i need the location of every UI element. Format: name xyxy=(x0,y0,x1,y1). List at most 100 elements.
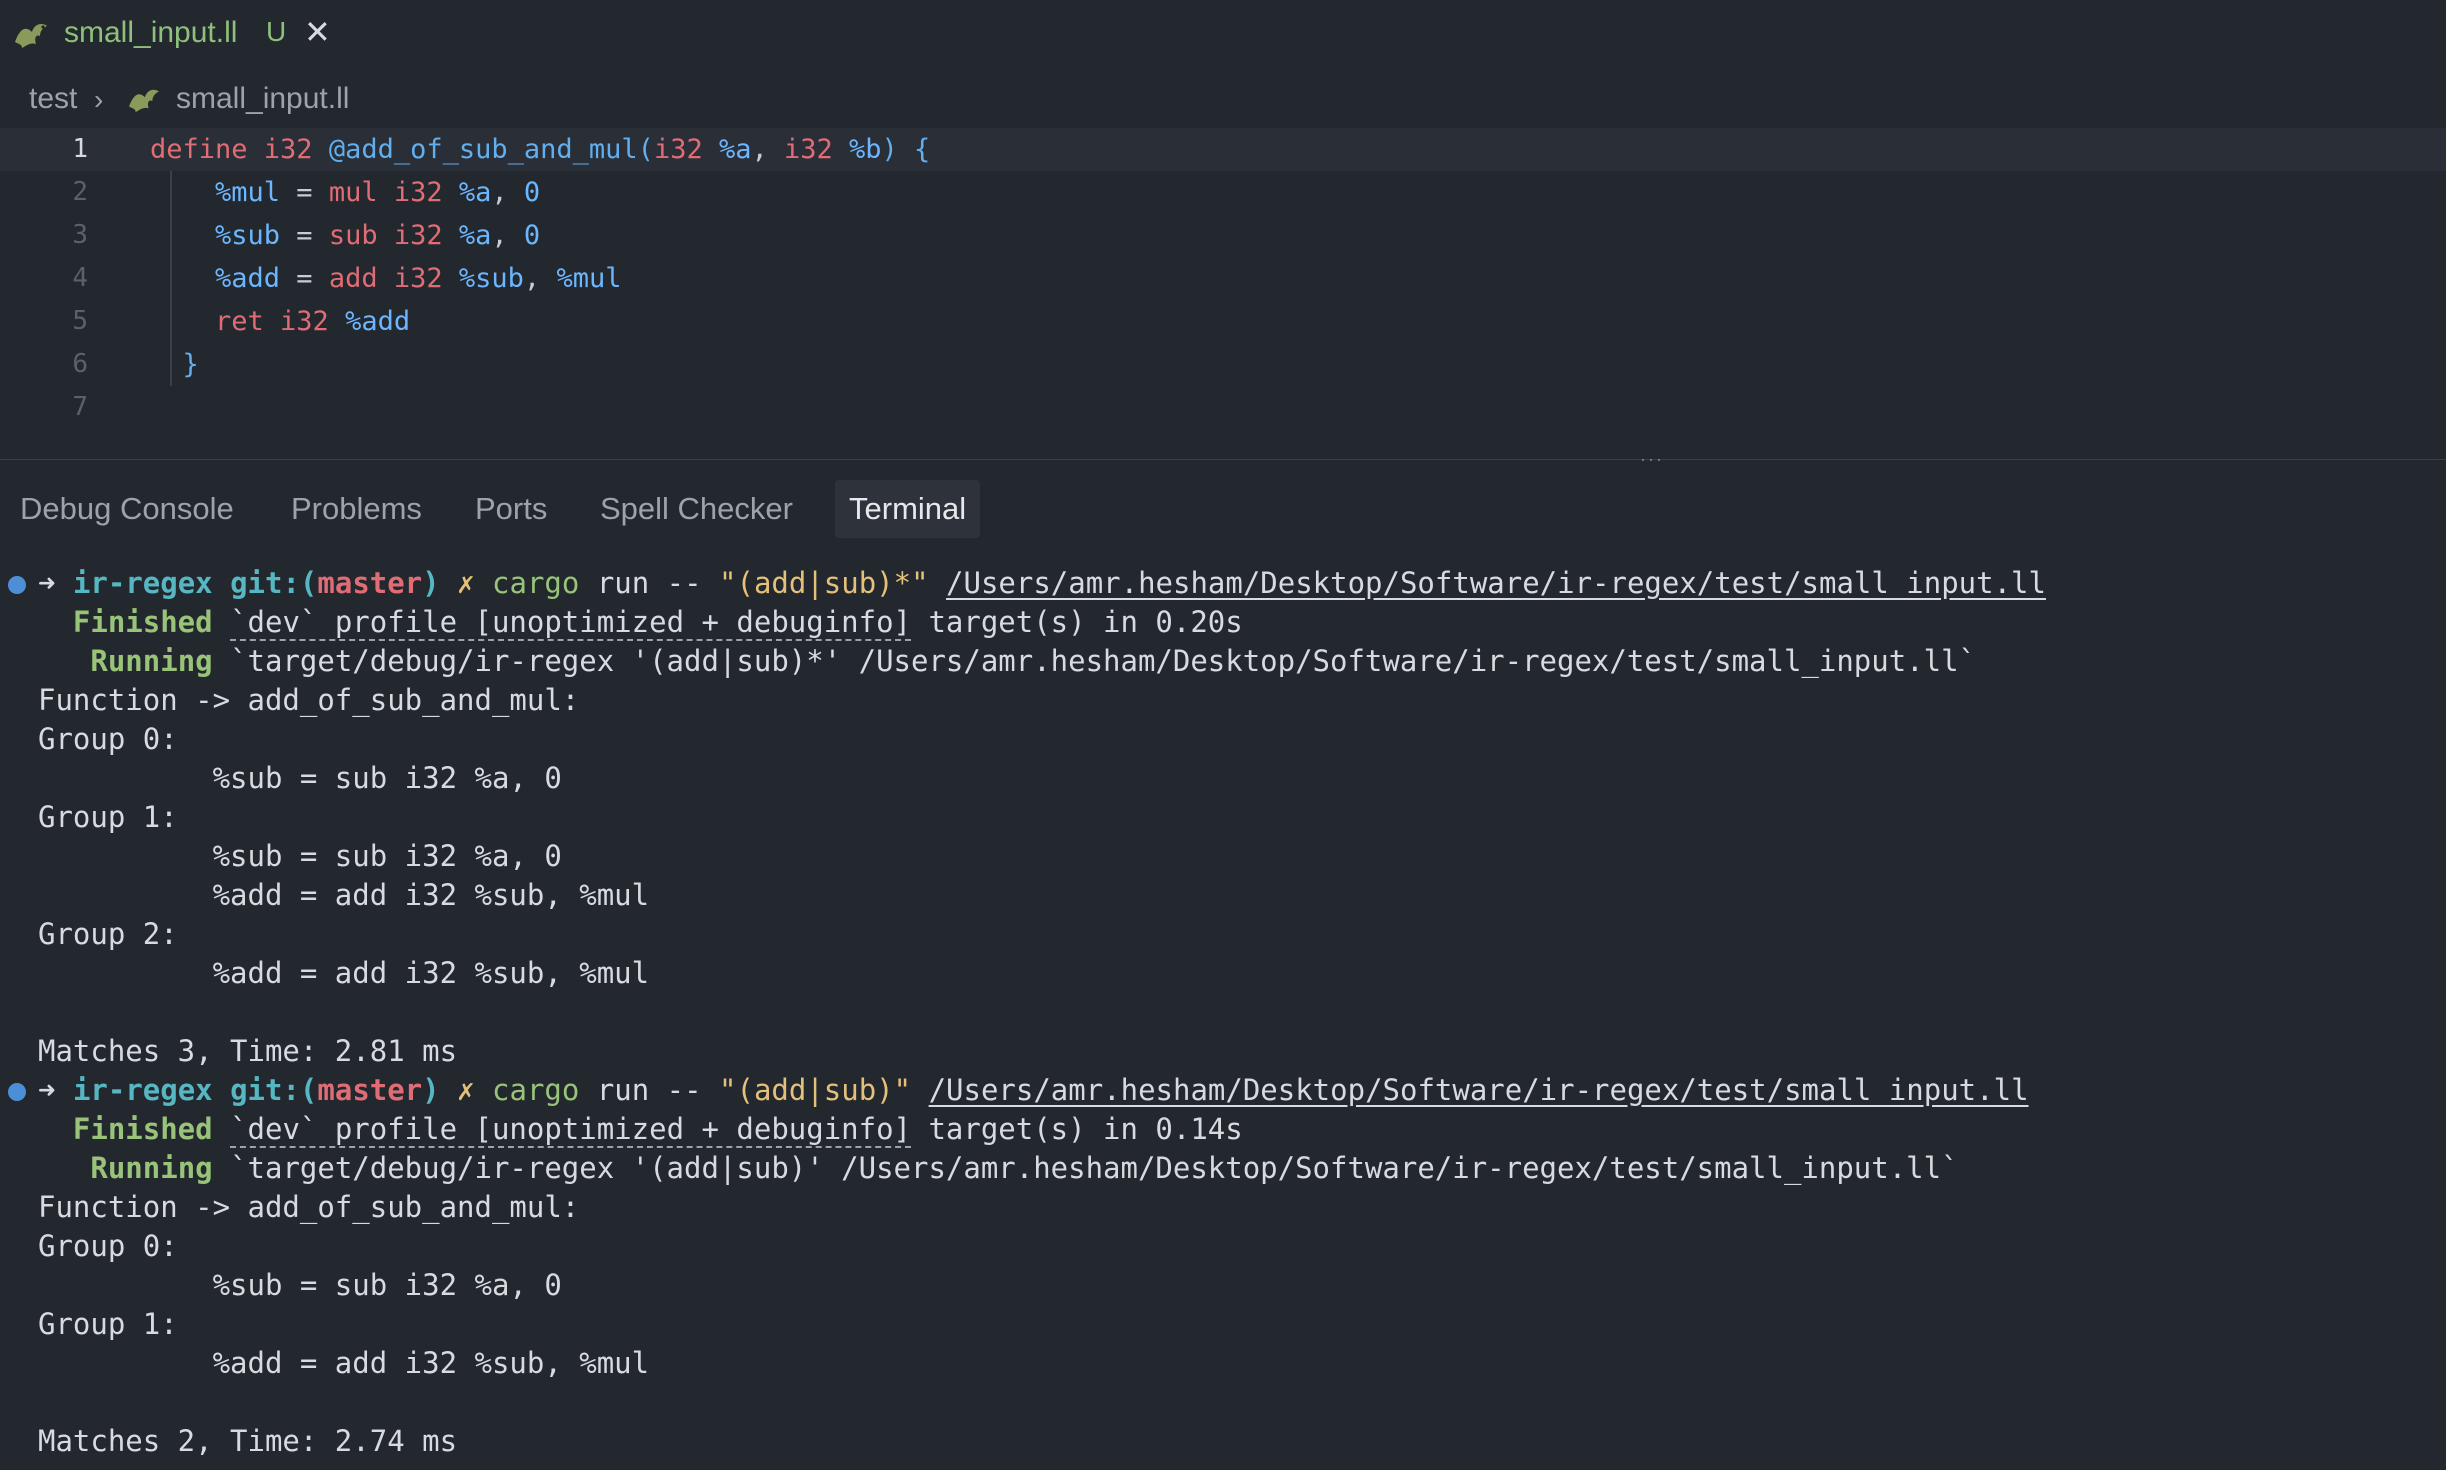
terminal-output-line: %add = add i32 %sub, %mul xyxy=(38,956,650,995)
code-token: %mul xyxy=(556,263,622,294)
running-label: Running xyxy=(90,1151,213,1185)
terminal-output-line: Group 1: xyxy=(38,1307,178,1346)
code-token: ) { xyxy=(881,134,931,165)
code-line[interactable]: 4 %add = add i32 %sub, %mul xyxy=(0,257,2446,300)
llvm-dragon-icon xyxy=(15,24,47,48)
terminal-output-text: Group 0: xyxy=(38,1229,178,1263)
command-status-dot[interactable] xyxy=(8,576,26,594)
code-editor[interactable]: 1 define i32 @add_of_sub_and_mul(i32 %a, … xyxy=(0,128,2446,458)
code-token: %a xyxy=(458,220,492,251)
code-token: , xyxy=(491,177,524,208)
command-name: cargo xyxy=(492,1073,580,1107)
terminal-output-text: %add = add i32 %sub, %mul xyxy=(38,1346,650,1380)
code-token: = xyxy=(280,177,329,208)
terminal-output-text: Function -> add_of_sub_and_mul: xyxy=(38,1190,580,1224)
terminal-output-text: Group 1: xyxy=(38,1307,178,1341)
tab-spell-checker[interactable]: Spell Checker xyxy=(586,480,807,538)
terminal-output-text: Group 2: xyxy=(38,917,178,951)
code-token: 0 xyxy=(523,220,541,251)
chevron-right-icon: › xyxy=(94,84,104,115)
sash-handle-icon[interactable]: ··· xyxy=(1640,450,1674,468)
terminal-running-line: Running `target/debug/ir-regex '(add|sub… xyxy=(38,644,1976,683)
prompt-git-close: ) xyxy=(422,1073,440,1107)
command-pattern: "(add|sub)*" xyxy=(719,566,929,600)
line-number: 7 xyxy=(72,392,88,422)
code-line[interactable]: 6 } xyxy=(0,343,2446,386)
build-time: target(s) in 0.14s xyxy=(911,1112,1243,1146)
code-token: = xyxy=(280,220,329,251)
tab-terminal[interactable]: Terminal xyxy=(835,480,981,538)
code-token: %b xyxy=(849,134,882,165)
panel-sash[interactable] xyxy=(0,459,2446,460)
editor-tab-filename: small_input.ll xyxy=(64,16,238,49)
code-token: 0 xyxy=(523,177,541,208)
code-token: %add xyxy=(345,306,411,337)
terminal-file-link[interactable]: /Users/amr.hesham/Desktop/Software/ir-re… xyxy=(946,566,2046,600)
code-token: , xyxy=(751,134,784,165)
prompt-dirty-marker: ✗ xyxy=(457,566,475,600)
code-token: i32 xyxy=(393,263,459,294)
terminal-output-text: %add = add i32 %sub, %mul xyxy=(38,956,650,990)
terminal-output-line: Group 0: xyxy=(38,722,178,761)
code-line-text: %mul = mul i32 %a, 0 xyxy=(150,177,540,208)
code-line-text: define i32 @add_of_sub_and_mul(i32 %a, i… xyxy=(150,134,930,165)
code-token: } xyxy=(150,349,199,380)
terminal[interactable]: ➜ ir-regex git:(master) ✗ cargo run -- "… xyxy=(0,566,2446,1470)
code-line[interactable]: 2 %mul = mul i32 %a, 0 xyxy=(0,171,2446,214)
code-line-text: ret i32 %add xyxy=(150,306,410,337)
command-status-dot[interactable] xyxy=(8,1083,26,1101)
prompt-branch: master xyxy=(317,1073,423,1107)
terminal-output-line: %add = add i32 %sub, %mul xyxy=(38,878,650,917)
command-args: run -- xyxy=(579,1073,720,1107)
prompt-dirty-marker: ✗ xyxy=(457,1073,475,1107)
tab-ports[interactable]: Ports xyxy=(461,480,561,538)
breadcrumb-folder-test[interactable]: test xyxy=(29,82,77,116)
line-number: 2 xyxy=(72,177,88,207)
code-line[interactable]: 3 %sub = sub i32 %a, 0 xyxy=(0,214,2446,257)
code-token: , xyxy=(523,263,557,294)
terminal-output-text: Matches 2, Time: 2.74 ms xyxy=(38,1424,458,1458)
line-number: 4 xyxy=(72,263,88,293)
code-token: sub xyxy=(328,220,394,251)
terminal-output-text: Group 1: xyxy=(38,800,178,834)
code-line[interactable]: 1 define i32 @add_of_sub_and_mul(i32 %a, … xyxy=(0,128,2446,171)
terminal-output-line: %add = add i32 %sub, %mul xyxy=(38,1346,650,1385)
tab-debug-console[interactable]: Debug Console xyxy=(6,480,248,538)
terminal-output-text: Function -> add_of_sub_and_mul: xyxy=(38,683,580,717)
line-number: 5 xyxy=(72,306,88,336)
prompt-directory: ir-regex xyxy=(72,566,213,600)
terminal-output-text: Group 0: xyxy=(38,722,178,756)
terminal-output-text: %sub = sub i32 %a, 0 xyxy=(38,839,562,873)
code-token: i32 xyxy=(280,306,346,337)
prompt-git-close: ) xyxy=(422,566,440,600)
untracked-badge: U xyxy=(266,16,287,47)
code-line[interactable]: 5 ret i32 %add xyxy=(0,300,2446,343)
breadcrumb-file[interactable]: small_input.ll xyxy=(176,82,349,116)
code-token: = xyxy=(280,263,329,294)
terminal-output-text: Matches 3, Time: 2.81 ms xyxy=(38,1034,458,1068)
build-profile: `dev` profile [unoptimized + debuginfo] xyxy=(230,605,911,641)
editor-tab-small-input[interactable]: small_input.ll U ✕ xyxy=(0,0,345,70)
code-token: add xyxy=(328,263,394,294)
terminal-prompt-line: ➜ ir-regex git:(master) ✗ cargo run -- "… xyxy=(38,566,2046,605)
running-command: `target/debug/ir-regex '(add|sub)*' /Use… xyxy=(212,644,1977,678)
code-token: , xyxy=(491,220,524,251)
prompt-git-label: git:( xyxy=(230,566,318,600)
code-line[interactable]: 7 xyxy=(0,386,2446,429)
terminal-output-text: %sub = sub i32 %a, 0 xyxy=(38,1268,562,1302)
terminal-output-text: %add = add i32 %sub, %mul xyxy=(38,878,650,912)
code-token: i32 xyxy=(393,177,459,208)
command-args: run -- xyxy=(579,566,720,600)
finished-label: Finished xyxy=(72,1112,213,1146)
prompt-branch: master xyxy=(317,566,423,600)
breadcrumb: test › small_input.ll xyxy=(0,80,2446,122)
code-token: mul xyxy=(328,177,394,208)
tab-problems[interactable]: Problems xyxy=(277,480,436,538)
code-token: i32 xyxy=(393,220,459,251)
running-command: `target/debug/ir-regex '(add|sub)' /User… xyxy=(212,1151,1959,1185)
code-line-text: } xyxy=(150,349,199,380)
line-number: 6 xyxy=(72,349,88,379)
terminal-file-link[interactable]: /Users/amr.hesham/Desktop/Software/ir-re… xyxy=(929,1073,2029,1107)
terminal-output-line: %sub = sub i32 %a, 0 xyxy=(38,761,562,800)
close-icon[interactable]: ✕ xyxy=(304,16,331,48)
